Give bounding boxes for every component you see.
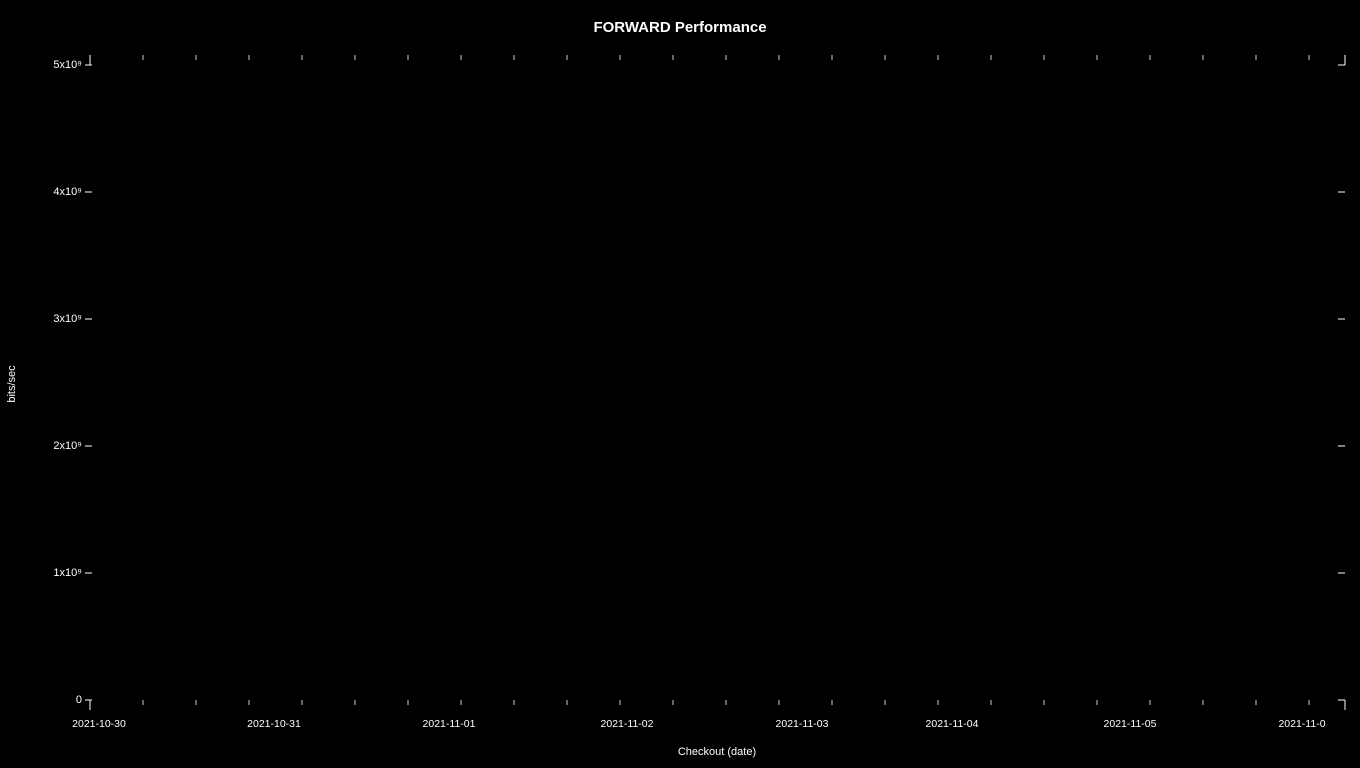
y-tick-2e9: 2x10⁹: [53, 440, 82, 452]
x-tick-1101: 2021-11-01: [423, 718, 476, 730]
x-tick-1102: 2021-11-02: [601, 718, 654, 730]
y-tick-1e9: 1x10⁹: [53, 567, 82, 579]
y-axis-label: bits/sec: [6, 365, 18, 403]
x-tick-1104: 2021-11-04: [926, 718, 979, 730]
y-tick-5e9: 5x10⁹: [53, 59, 82, 71]
y-tick-0: 0: [76, 694, 82, 706]
x-tick-1103: 2021-11-03: [776, 718, 829, 730]
chart-container: FORWARD Performance bits/sec: [0, 0, 1360, 768]
x-tick-1105: 2021-11-05: [1104, 718, 1157, 730]
x-tick-1031: 2021-10-31: [247, 718, 301, 730]
chart-title: FORWARD Performance: [593, 19, 766, 36]
y-tick-3e9: 3x10⁹: [53, 313, 82, 325]
plot-background: [90, 45, 1345, 710]
x-axis-label: Checkout (date): [678, 746, 756, 758]
chart-svg: FORWARD Performance bits/sec: [0, 0, 1360, 768]
x-tick-110x: 2021-11-0: [1278, 718, 1325, 730]
x-tick-1030: 2021-10-30: [72, 718, 126, 730]
y-tick-4e9: 4x10⁹: [53, 186, 82, 198]
